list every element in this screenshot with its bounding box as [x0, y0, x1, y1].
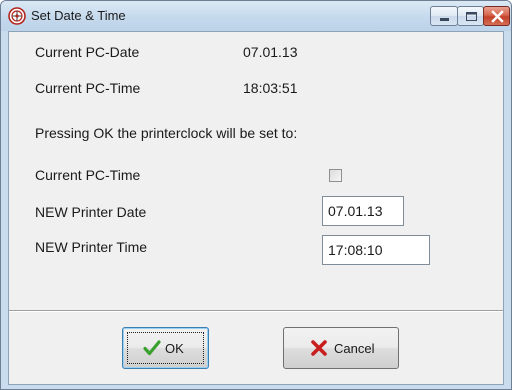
- printer-time-field[interactable]: 17:08:10: [322, 235, 430, 265]
- close-icon: [491, 10, 504, 23]
- pc-time-value: 18:03:51: [243, 80, 298, 96]
- close-button[interactable]: [483, 6, 510, 26]
- ok-label: OK: [165, 341, 184, 356]
- pc-date-value: 07.01.13: [243, 44, 298, 60]
- maximize-button[interactable]: [457, 6, 484, 26]
- window-title: Set Date & Time: [31, 8, 126, 23]
- minimize-button[interactable]: [430, 6, 458, 26]
- maximize-icon: [466, 12, 477, 21]
- app-icon: [8, 7, 26, 25]
- dialog-body: Current PC-Date 07.01.13 Current PC-Time…: [8, 31, 504, 385]
- info-message: Pressing OK the printerclock will be set…: [35, 125, 298, 141]
- printer-time-label: NEW Printer Time: [35, 239, 148, 255]
- printer-date-field[interactable]: 07.01.13: [322, 196, 404, 226]
- red-x-icon: [311, 340, 327, 356]
- pc-date-label: Current PC-Date: [35, 44, 140, 60]
- button-bar: OK Cancel: [9, 312, 503, 384]
- minimize-icon: [440, 18, 449, 21]
- title-bar[interactable]: Set Date & Time: [1, 1, 511, 31]
- use-pc-time-label: Current PC-Time: [35, 167, 141, 183]
- checkmark-icon: [143, 340, 161, 356]
- cancel-button[interactable]: Cancel: [283, 327, 399, 369]
- pc-time-label: Current PC-Time: [35, 80, 141, 96]
- use-pc-time-checkbox[interactable]: [329, 169, 342, 182]
- printer-date-label: NEW Printer Date: [35, 204, 147, 220]
- cancel-label: Cancel: [334, 341, 375, 356]
- dialog-window: Set Date & Time Current PC-Date 07.01.13…: [0, 0, 512, 390]
- ok-button[interactable]: OK: [122, 327, 209, 369]
